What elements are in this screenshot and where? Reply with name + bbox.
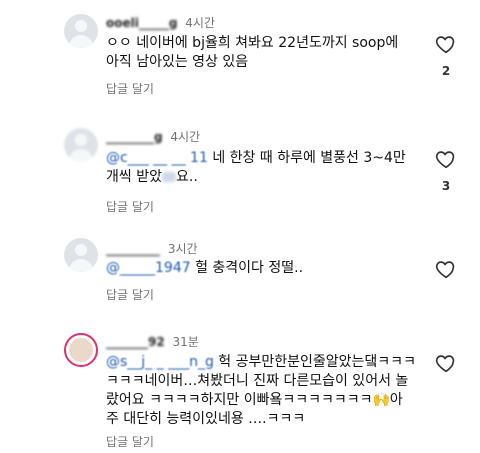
comment-line-2: 개씩 받았 — [106, 169, 162, 185]
comment-meta: _________ 3시간 — [106, 240, 198, 257]
comment-text: @s__j_ _ ___n_g 헉 공부만한분인줄알았는댘ㅋㅋㅋ ㅋㅋㅋ네이버…… — [106, 353, 418, 429]
heart-outline-icon[interactable] — [435, 258, 457, 280]
timestamp: 4시간 — [170, 130, 201, 144]
comment-meta: ooeli_____g 4시간 — [106, 14, 215, 31]
username[interactable]: ooeli_____g — [106, 16, 177, 30]
redaction — [161, 172, 176, 182]
avatar-body — [69, 149, 93, 162]
comment-line-rest: 헐 충격이다 정떨.. — [190, 260, 304, 276]
comment-line: 아직 남아있는 영상 있음 — [106, 54, 249, 70]
comment-line: @c___ __ __ 11 네 한창 때 하루에 별풍선 3~4만 — [106, 149, 418, 168]
comment-text: @_____1947 헐 충격이다 정떨.. — [106, 259, 418, 278]
avatar[interactable] — [64, 238, 98, 272]
comment-text: ㅇㅇ 네이버에 bj율희 쳐봐요 22년도까지 soop에 아직 남아있는 영상… — [106, 34, 418, 72]
mention-link[interactable]: @c___ __ __ 11 — [106, 150, 208, 166]
reply-button[interactable]: 답글 달기 — [106, 286, 154, 303]
avatar-body — [69, 35, 93, 48]
like-count: 2 — [441, 64, 451, 78]
comment-meta: ________g 4시간 — [106, 128, 200, 145]
timestamp: 4시간 — [185, 16, 215, 30]
mention-link[interactable]: @_____1947 — [106, 260, 191, 276]
timestamp: 31분 — [172, 335, 199, 349]
comment-line-rest: 네 한창 때 하루에 별풍선 3~4만 — [207, 150, 406, 166]
comment-line: 개씩 받았 요.. — [106, 168, 418, 187]
comment-text: @c___ __ __ 11 네 한창 때 하루에 별풍선 3~4만 개씩 받았… — [106, 149, 418, 187]
timestamp: 3시간 — [167, 242, 198, 256]
heart-outline-icon[interactable] — [435, 148, 457, 170]
comment-line-rest: 헉 공부만한분인줄알았는댘ㅋㅋㅋ — [213, 354, 416, 370]
comment-line: ㅇㅇ 네이버에 bj율희 쳐봐요 22년도까지 soop에 — [106, 35, 399, 51]
heart-outline-icon[interactable] — [435, 33, 457, 55]
reply-button[interactable]: 답글 달기 — [106, 433, 154, 450]
avatar[interactable] — [64, 128, 98, 162]
mention-link[interactable]: @s__j_ _ ___n_g — [106, 354, 214, 370]
comment-line-2-tail: 요.. — [175, 169, 198, 185]
username[interactable]: _______92 — [106, 335, 165, 349]
comment-line: @_____1947 헐 충격이다 정떨.. — [106, 259, 418, 278]
avatar-body — [69, 259, 93, 272]
avatar-photo — [69, 338, 93, 362]
username[interactable]: ________g — [106, 130, 163, 144]
heart-outline-icon[interactable] — [435, 352, 457, 374]
reply-button[interactable]: 답글 달기 — [106, 198, 154, 215]
comment-line: @s__j_ _ ___n_g 헉 공부만한분인줄알았는댘ㅋㅋㅋ — [106, 353, 418, 372]
comment-line: ㅋㅋㅋ네이버…쳐봤더니 진짜 다른모습이 있어서 놀 — [106, 373, 409, 389]
reply-button[interactable]: 답글 달기 — [106, 80, 154, 97]
comment-line: 주 대단히 능력이있네용 ….ㅋㅋㅋ — [106, 411, 306, 427]
like-count: 3 — [441, 179, 451, 193]
avatar-head — [75, 244, 87, 256]
comment-line: 랐어요 ㅋㅋㅋㅋ하지만 이빠욬ㅋㅋㅋㅋㅋㅋㅋ🙌아 — [106, 392, 403, 408]
avatar-head — [75, 134, 87, 146]
comment-meta: _______92 31분 — [106, 333, 199, 350]
avatar[interactable] — [64, 14, 98, 48]
avatar[interactable] — [64, 333, 98, 367]
avatar-head — [75, 20, 87, 32]
username[interactable]: _________ — [106, 242, 160, 256]
